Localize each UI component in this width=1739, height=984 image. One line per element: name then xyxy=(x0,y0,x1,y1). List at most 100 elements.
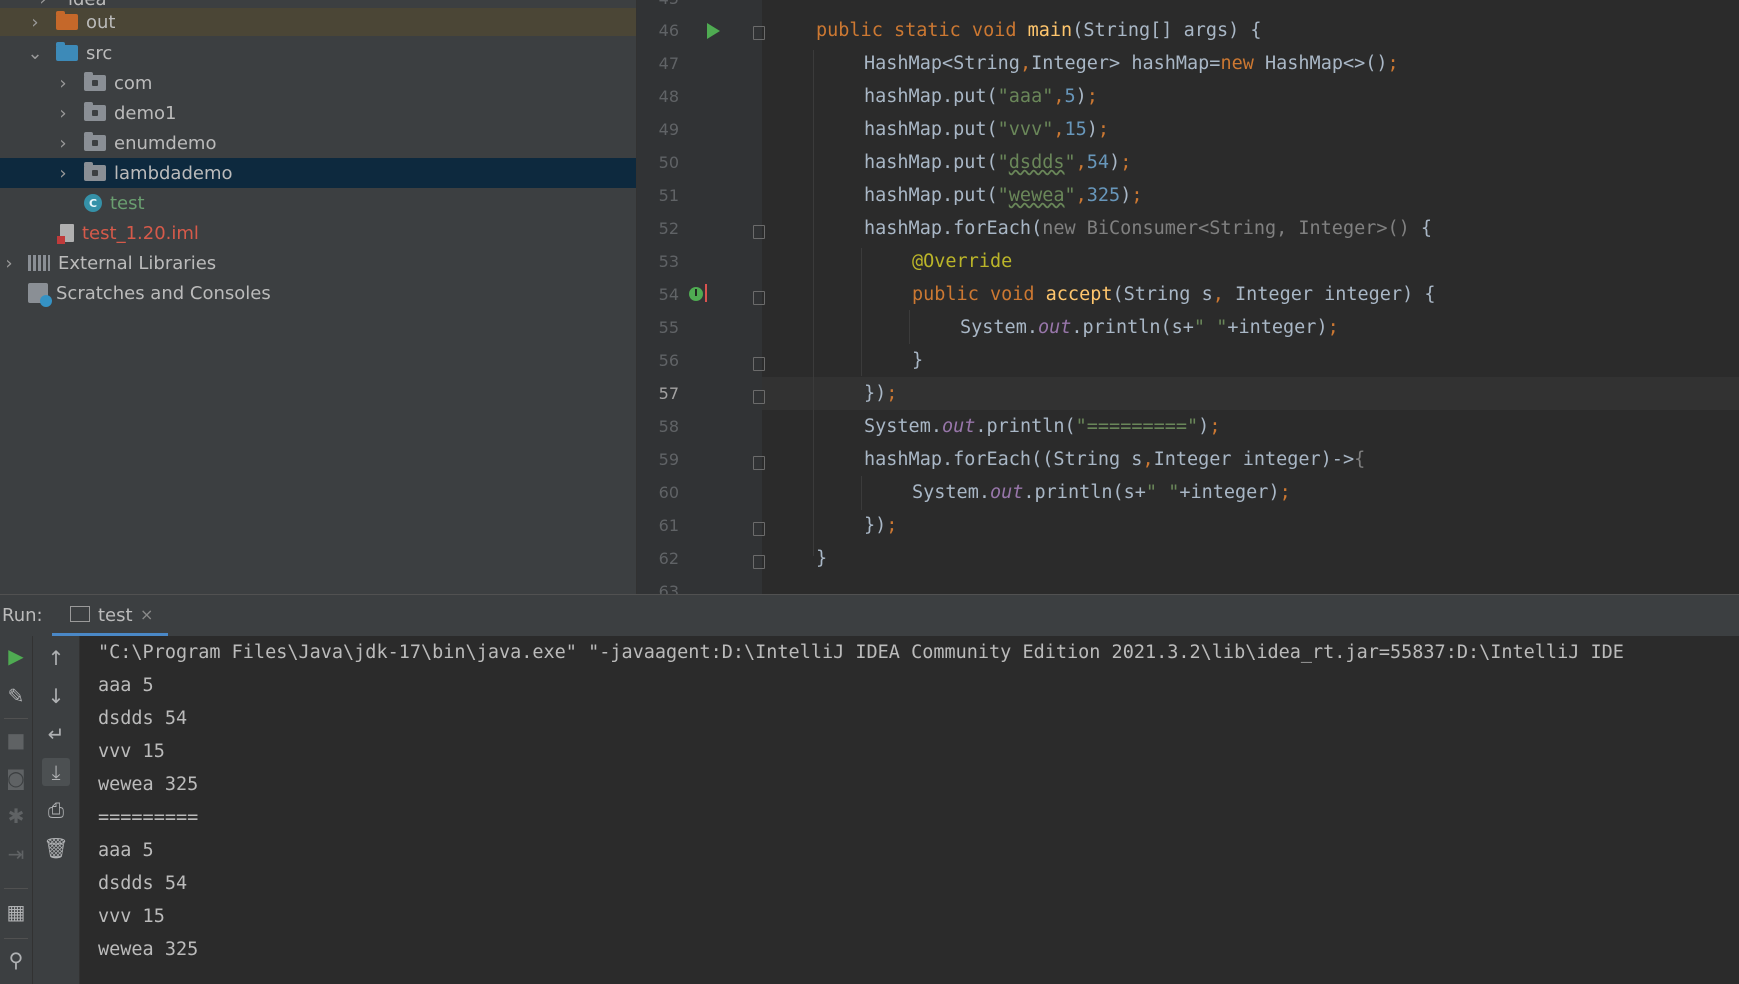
chevron-right-icon[interactable]: › xyxy=(54,163,72,184)
fold-marker-icon[interactable] xyxy=(753,225,765,239)
line-number: 51 xyxy=(658,186,679,205)
code-line-53[interactable]: @Override xyxy=(912,245,1012,278)
chevron-right-icon[interactable]: › xyxy=(54,103,72,124)
editor-gutter[interactable]: 45 46 47 48 49 50 51 52 53 54 55 56 57 5… xyxy=(637,0,765,594)
fold-marker-icon[interactable] xyxy=(753,456,765,470)
java-class-icon: C xyxy=(84,194,102,212)
line-number: 52 xyxy=(658,219,679,238)
run-main-icon[interactable] xyxy=(707,23,720,39)
console-line: aaa 5 xyxy=(98,840,154,861)
tree-item-iml[interactable]: test_1.20.iml xyxy=(0,218,636,248)
chevron-down-icon[interactable]: ⌄ xyxy=(26,43,44,64)
print-icon[interactable]: ⎙ xyxy=(42,796,70,824)
libraries-icon xyxy=(28,255,50,271)
line-number: 60 xyxy=(658,483,679,502)
chevron-right-icon: › xyxy=(34,0,52,10)
line-number: 62 xyxy=(658,549,679,568)
console-command-line: "C:\Program Files\Java\jdk-17\bin\java.e… xyxy=(98,642,1624,663)
console-output[interactable]: "C:\Program Files\Java\jdk-17\bin\java.e… xyxy=(80,636,1739,984)
arrow-down-icon[interactable]: ↓ xyxy=(42,682,70,710)
code-editor[interactable]: 45 46 47 48 49 50 51 52 53 54 55 56 57 5… xyxy=(637,0,1739,594)
trash-icon[interactable]: 🗑 xyxy=(42,834,70,862)
indent-guide xyxy=(861,248,862,376)
tree-item-enumdemo[interactable]: › enumdemo xyxy=(0,128,636,158)
tree-item-label: Scratches and Consoles xyxy=(56,282,271,304)
tree-item-src[interactable]: ⌄ src xyxy=(0,38,636,68)
tree-item-external-libraries[interactable]: › External Libraries xyxy=(0,248,636,278)
line-number: 46 xyxy=(658,21,679,40)
code-line-61[interactable]: }); xyxy=(864,509,897,542)
line-number: 45 xyxy=(637,0,679,8)
tree-item-test[interactable]: C test xyxy=(0,188,636,218)
fold-marker-icon[interactable] xyxy=(753,522,765,536)
exit-icon[interactable]: ⇥ xyxy=(2,840,30,868)
tab-test-label: test xyxy=(98,605,133,626)
console-line: vvv 15 xyxy=(98,906,165,927)
code-line-54[interactable]: public void accept(String s, Integer int… xyxy=(912,278,1436,311)
code-line-46[interactable]: public static void main(String[] args) { xyxy=(816,14,1262,47)
code-line-51[interactable]: hashMap.put("wewea",325); xyxy=(864,179,1142,212)
chevron-right-icon[interactable]: › xyxy=(54,73,72,94)
chevron-right-icon[interactable]: › xyxy=(26,12,44,33)
debug-bug-icon[interactable]: ✱ xyxy=(2,802,30,830)
fold-marker-icon[interactable] xyxy=(753,291,765,305)
tree-item-label: com xyxy=(114,72,153,94)
chevron-right-icon[interactable]: › xyxy=(0,253,18,274)
tree-item-out[interactable]: › out xyxy=(0,8,636,36)
line-number: 56 xyxy=(658,351,679,370)
code-line-59[interactable]: hashMap.forEach((String s,Integer intege… xyxy=(864,443,1365,476)
rerun-icon[interactable]: ▶ xyxy=(2,642,30,670)
tree-item-com[interactable]: › com xyxy=(0,68,636,98)
line-number: 59 xyxy=(658,450,679,469)
console-line: dsdds 54 xyxy=(98,873,188,894)
fold-marker-icon[interactable] xyxy=(753,390,765,404)
tree-item-lambdademo[interactable]: › lambdademo xyxy=(0,158,636,188)
line-number: 54 xyxy=(658,285,679,304)
implements-method-icon[interactable]: I xyxy=(689,287,703,301)
line-number-current: 57 xyxy=(658,384,679,403)
toolbar-divider xyxy=(4,888,28,889)
code-line-50[interactable]: hashMap.put("dsdds",54); xyxy=(864,146,1131,179)
code-line-49[interactable]: hashMap.put("vvv",15); xyxy=(864,113,1109,146)
source-folder-icon xyxy=(56,42,78,61)
code-line-55[interactable]: System.out.println(s+" "+integer); xyxy=(960,311,1339,344)
tree-item-label: demo1 xyxy=(114,102,177,124)
tree-item-demo1[interactable]: › demo1 xyxy=(0,98,636,128)
console-line: vvv 15 xyxy=(98,741,165,762)
tree-item-label: test_1.20.iml xyxy=(82,222,199,244)
code-line-47[interactable]: HashMap<String,Integer> hashMap=new Hash… xyxy=(864,47,1399,80)
tab-close-icon[interactable]: × xyxy=(140,605,153,624)
code-line-58[interactable]: System.out.println("========="); xyxy=(864,410,1220,443)
code-line-60[interactable]: System.out.println(s+" "+integer); xyxy=(912,476,1291,509)
fold-marker-icon[interactable] xyxy=(753,555,765,569)
code-line-57[interactable]: }); xyxy=(864,377,897,410)
camera-icon[interactable]: ◙ xyxy=(2,764,30,792)
toolbar-divider xyxy=(4,938,28,939)
wrench-icon[interactable]: ✎ xyxy=(2,682,30,710)
indent-guide xyxy=(813,50,814,556)
fold-marker-icon[interactable] xyxy=(753,26,765,40)
run-toolbar-right: ↑ ↓ ↵ ⤓ ⎙ 🗑 xyxy=(33,636,80,984)
override-arrow-icon xyxy=(705,284,707,302)
fold-marker-icon[interactable] xyxy=(753,357,765,371)
code-line-56[interactable]: } xyxy=(912,344,923,377)
layout-icon[interactable]: ▦ xyxy=(2,898,30,926)
package-icon xyxy=(84,72,106,91)
run-label: Run: xyxy=(2,605,43,626)
chevron-right-icon[interactable]: › xyxy=(54,133,72,154)
code-line-48[interactable]: hashMap.put("aaa",5); xyxy=(864,80,1098,113)
console-line: wewea 325 xyxy=(98,774,199,795)
tree-item-scratches[interactable]: Scratches and Consoles xyxy=(0,278,636,308)
scroll-to-end-icon[interactable]: ⤓ xyxy=(42,758,70,786)
line-number: 50 xyxy=(658,153,679,172)
code-line-52[interactable]: hashMap.forEach(new BiConsumer<String, I… xyxy=(864,212,1432,245)
line-number: 55 xyxy=(658,318,679,337)
tree-item-label: test xyxy=(110,192,145,214)
soft-wrap-icon[interactable]: ↵ xyxy=(42,720,70,748)
toolbar-divider xyxy=(4,718,28,719)
stop-icon[interactable]: ■ xyxy=(2,726,30,754)
arrow-up-icon[interactable]: ↑ xyxy=(42,644,70,672)
console-line: wewea 325 xyxy=(98,939,199,960)
pin-icon[interactable]: ⚲ xyxy=(2,946,30,974)
code-line-62[interactable]: } xyxy=(816,542,827,575)
